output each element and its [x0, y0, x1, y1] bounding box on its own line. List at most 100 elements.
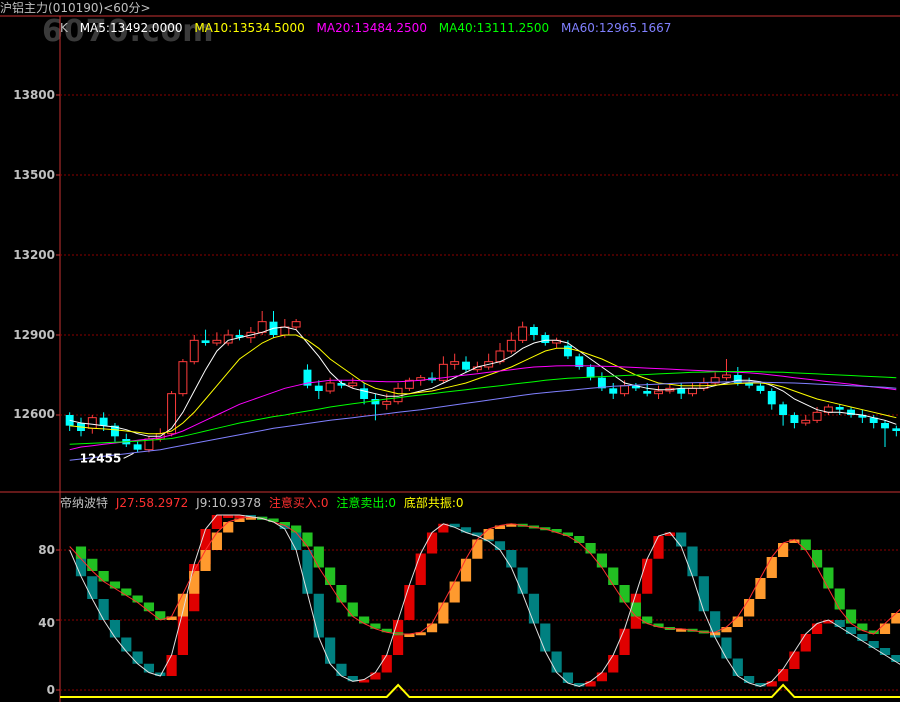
- j9-bar: [698, 576, 709, 612]
- candle-body-down: [563, 345, 572, 357]
- j9-bar: [551, 651, 562, 673]
- candle-body-down: [779, 404, 788, 415]
- candle-body-up: [348, 382, 358, 387]
- j9-bar: [426, 532, 438, 554]
- candle-body-down: [462, 361, 470, 370]
- j9-bar: [98, 599, 109, 620]
- j27-bar: [766, 557, 777, 578]
- candle-body-up: [518, 326, 528, 341]
- j27-bar: [132, 595, 143, 603]
- j9-bar: [132, 651, 143, 664]
- j9-bar: [313, 593, 324, 638]
- candle-body-down: [892, 428, 900, 431]
- candle-body-down: [609, 388, 618, 394]
- candle-body-down: [881, 423, 889, 429]
- candle-body-up: [620, 385, 630, 395]
- j9-bar: [834, 620, 845, 627]
- ma-line-ma20: [69, 365, 897, 451]
- j27-bar: [777, 543, 789, 557]
- j9-bar: [744, 676, 755, 683]
- j27-bar: [279, 522, 290, 526]
- j27-bar: [721, 627, 732, 633]
- candle-body-down: [586, 367, 595, 378]
- j27-bar: [347, 602, 358, 617]
- candle-body-up: [212, 339, 222, 344]
- j27-bar: [879, 623, 891, 634]
- j9-bar: [460, 527, 472, 533]
- j9-bar: [845, 627, 857, 634]
- j27-bar: [562, 532, 574, 536]
- j9-bar: [325, 637, 336, 664]
- j27-bar: [460, 558, 472, 582]
- j9-bar: [540, 623, 551, 652]
- candle-body-up: [722, 374, 731, 379]
- j27-bar: [268, 518, 279, 522]
- candle-body-down: [65, 415, 74, 426]
- j9-bar: [494, 541, 506, 550]
- j27-bar: [653, 623, 664, 627]
- j27-bar: [823, 567, 834, 589]
- j27-bar: [608, 567, 619, 585]
- candle-body-up: [393, 387, 403, 403]
- candle-body-up: [654, 390, 663, 395]
- j9-bar: [302, 550, 313, 594]
- j9-bar: [517, 567, 528, 594]
- j27-bar: [211, 532, 222, 550]
- j27-bar: [574, 536, 585, 543]
- candle-body-down: [133, 444, 142, 450]
- j27-bar: [143, 602, 155, 612]
- j27-bar: [302, 532, 313, 547]
- low-marker-label: 12455: [80, 451, 122, 465]
- candle-body-down: [756, 385, 765, 391]
- j9-bar: [143, 663, 155, 673]
- candle-body-up: [189, 339, 199, 363]
- candle-body-up: [257, 321, 267, 333]
- j9-bar: [676, 532, 687, 547]
- j9-bar: [857, 634, 868, 641]
- candle-body-up: [291, 321, 301, 328]
- j27-bar: [483, 529, 494, 540]
- j9-bar: [370, 672, 381, 680]
- j9-bar: [879, 648, 891, 655]
- kline-chart[interactable]: 12455: [0, 0, 900, 702]
- j9-bar: [789, 651, 800, 669]
- candle-body-up: [382, 401, 392, 405]
- j27-bar: [109, 581, 121, 589]
- candle-body-down: [835, 407, 844, 410]
- candle-body-down: [314, 385, 323, 391]
- candle-body-down: [790, 415, 799, 423]
- j9-bar: [653, 536, 664, 559]
- bottom-resonance-line: [60, 683, 900, 698]
- j27-bar: [75, 546, 87, 559]
- j27-bar: [426, 623, 438, 633]
- candle-body-down: [541, 335, 550, 343]
- j27-bar: [619, 585, 630, 603]
- j9-bar: [721, 637, 732, 659]
- j9-bar: [392, 620, 404, 655]
- j27-bar: [87, 558, 98, 571]
- j27-bar: [98, 571, 109, 582]
- j27-bar: [189, 571, 200, 594]
- j9-bar: [585, 681, 596, 687]
- j9-bar: [381, 655, 392, 673]
- j27-bar: [857, 623, 868, 631]
- j27-bar: [200, 550, 211, 571]
- j9-bar: [800, 634, 811, 652]
- j27-bar: [585, 543, 596, 554]
- candle-body-down: [99, 417, 108, 426]
- j9-bar: [687, 546, 698, 577]
- j9-bar: [211, 515, 222, 529]
- j9-bar: [642, 558, 653, 594]
- j9-bar: [562, 672, 574, 683]
- j9-bar: [472, 532, 483, 536]
- j9-bar: [777, 669, 789, 682]
- candle-body-up: [87, 417, 97, 429]
- candle-body-down: [643, 391, 652, 394]
- j27-bar: [811, 550, 823, 568]
- j9-bar: [619, 628, 630, 655]
- j9-bar: [528, 593, 540, 624]
- j27-bar: [438, 602, 449, 624]
- candle-body-up: [812, 411, 822, 421]
- j27-bar: [223, 522, 234, 533]
- j9-bar: [811, 623, 823, 634]
